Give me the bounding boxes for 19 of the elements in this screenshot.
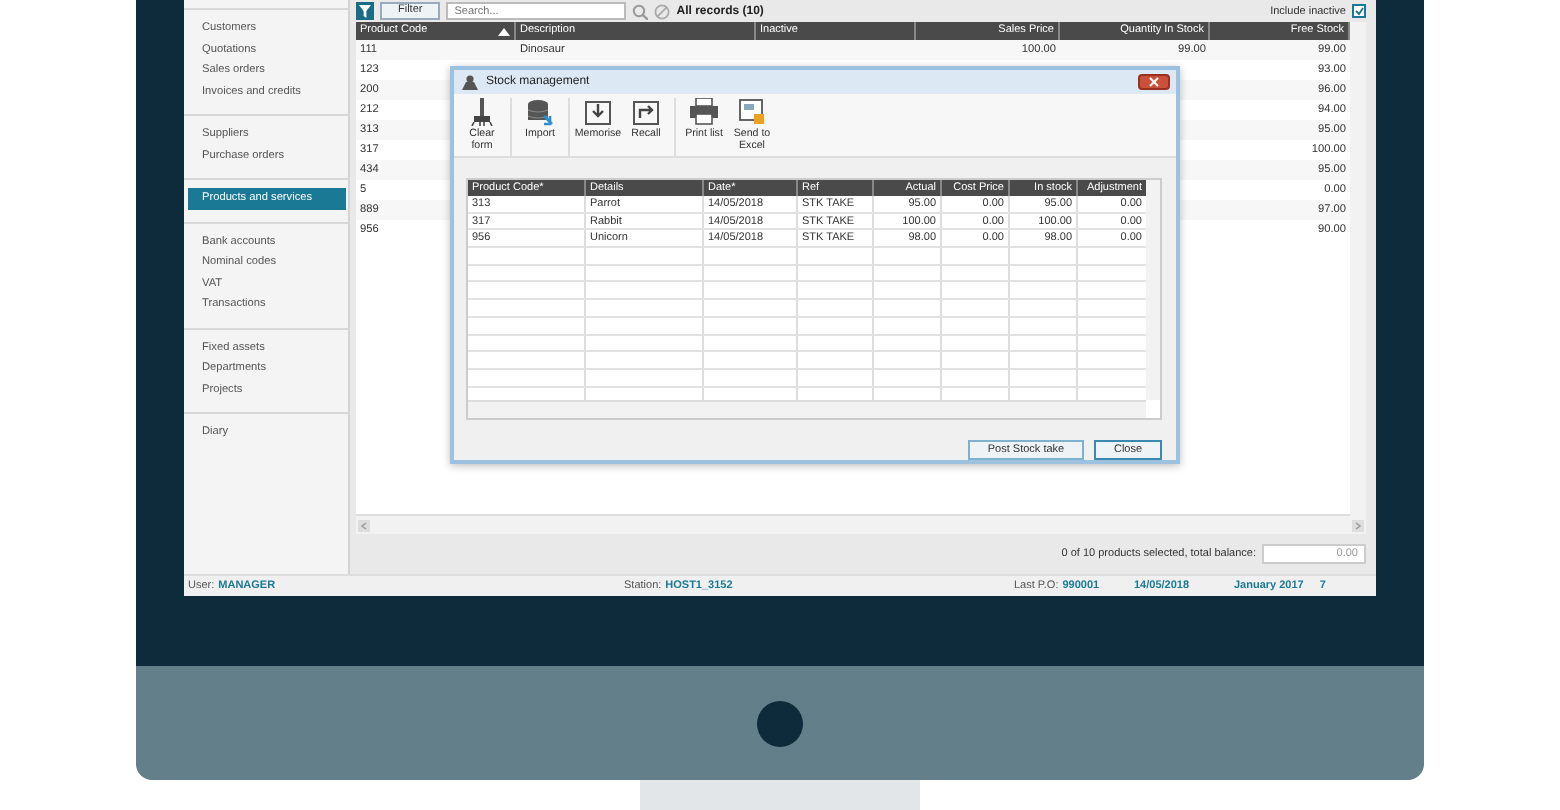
memorise-tool-icon xyxy=(584,98,612,126)
sort-arrow-icon xyxy=(498,27,510,35)
filter-icon xyxy=(356,2,374,20)
vertical-scrollbar[interactable] xyxy=(1146,180,1160,400)
recall-tool-icon xyxy=(632,98,660,126)
horizontal-scrollbar[interactable] xyxy=(468,400,1146,418)
vertical-scrollbar[interactable] xyxy=(1350,22,1366,516)
horizontal-scrollbar[interactable] xyxy=(356,514,1366,534)
import-tool-icon xyxy=(526,98,554,126)
close-button[interactable] xyxy=(1138,74,1170,90)
scroll-right-icon xyxy=(1352,519,1364,531)
checkmark-icon xyxy=(1354,6,1364,16)
scroll-left-icon xyxy=(358,519,370,531)
people-icon xyxy=(460,73,480,91)
clear-tool-icon xyxy=(468,98,496,126)
clear-filter-icon xyxy=(654,3,671,19)
search-icon xyxy=(632,3,649,19)
power-button-icon xyxy=(756,699,804,747)
close-icon xyxy=(1148,76,1160,88)
